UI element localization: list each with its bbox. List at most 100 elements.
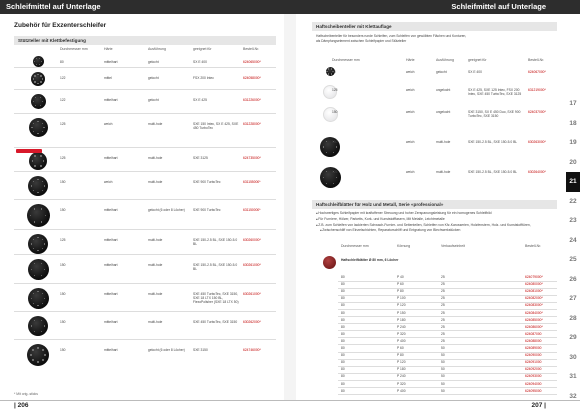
- hardness-cell: weich: [406, 110, 415, 114]
- chapter-tab-26[interactable]: 26: [566, 270, 580, 290]
- backing-pad-image: [28, 234, 48, 254]
- column-header: Durchmesser mm: [60, 47, 88, 51]
- grit-cell: P 120: [397, 303, 406, 308]
- diameter-cell: 122: [60, 98, 66, 102]
- column-header: geeignet für: [193, 47, 212, 51]
- order-number-cell: 631219000*: [528, 88, 546, 92]
- chapter-tab-24[interactable]: 24: [566, 231, 580, 251]
- hole: [327, 68, 330, 70]
- grit-cell: P 60: [397, 282, 404, 287]
- backing-pad-image: [28, 176, 48, 196]
- order-number-cell: 624082000*: [525, 296, 543, 301]
- backing-pad-image: [28, 316, 48, 336]
- hole: [33, 262, 36, 265]
- pack-unit-cell: 25: [441, 275, 445, 279]
- column-header: Durchmesser mm: [332, 58, 360, 62]
- grit-cell: P 40: [397, 275, 404, 279]
- row-divider: [14, 229, 276, 230]
- hole: [40, 330, 42, 333]
- grit-cell: P 180: [397, 367, 406, 372]
- hardness-cell: mittelhart: [104, 208, 118, 212]
- hole: [44, 354, 46, 356]
- chapter-tab-20[interactable]: 20: [566, 153, 580, 173]
- backing-pad-image: [27, 259, 49, 280]
- chapter-tab-25[interactable]: 25: [566, 250, 580, 270]
- chapter-tab-27[interactable]: 27: [566, 289, 580, 309]
- diameter-cell: 80: [341, 317, 345, 322]
- diameter-cell: 80: [341, 353, 345, 358]
- suitable-for-cell: SXE 3150: [193, 348, 208, 352]
- hole: [32, 293, 34, 295]
- order-number-cell: 624088000: [525, 338, 542, 343]
- grit-cell: P 120: [397, 360, 406, 365]
- row-divider: [338, 394, 557, 396]
- hardness-cell: weich: [104, 180, 113, 184]
- design-cell: multi-hole: [148, 263, 163, 267]
- hole: [30, 185, 33, 187]
- order-number-cell: 624058000*: [243, 76, 261, 80]
- order-number-cell: 630261000*: [243, 263, 261, 267]
- chapter-tab-29[interactable]: 29: [566, 328, 580, 348]
- diameter-cell: 80: [341, 310, 345, 315]
- hole: [40, 274, 43, 276]
- hole: [336, 176, 338, 179]
- hole: [37, 361, 39, 363]
- diameter-cell: 125: [60, 156, 66, 160]
- chapter-tab-19[interactable]: 19: [566, 133, 580, 153]
- grit-cell: P 240: [397, 374, 406, 379]
- hole: [33, 274, 36, 276]
- chapter-tab-17[interactable]: 17: [566, 94, 580, 114]
- design-cell: multi-hole: [148, 292, 163, 296]
- hole: [40, 319, 42, 322]
- hole: [37, 291, 39, 293]
- right-page-number: 207 |: [531, 402, 546, 409]
- catalog-spread: Schleifmittel auf Unterlage Schleifmitte…: [0, 0, 580, 410]
- header-left-title: Schleifmittel auf Unterlage: [6, 2, 101, 11]
- hole: [43, 185, 46, 187]
- design-cell: multi-hole: [148, 180, 163, 184]
- hole: [39, 104, 42, 107]
- diameter-cell: 150: [332, 110, 338, 114]
- order-number-cell: 624081000*: [525, 289, 543, 294]
- hole: [44, 297, 46, 300]
- column-header: Ausführung: [436, 58, 454, 62]
- hole: [41, 131, 43, 133]
- pack-unit-cell: 25: [441, 310, 445, 315]
- design-cell: gelocht: [148, 98, 159, 102]
- design-cell: multi-hole: [148, 156, 163, 160]
- hole: [40, 165, 42, 167]
- header-right-title: Schleifmittel auf Unterlage: [451, 2, 546, 11]
- order-number-cell: 624093000: [525, 374, 542, 379]
- diameter-cell: 80: [341, 303, 345, 308]
- hole: [35, 57, 37, 60]
- hole: [34, 319, 36, 322]
- chapter-tab-18[interactable]: 18: [566, 114, 580, 134]
- chapter-tab-22[interactable]: 22: [566, 192, 580, 212]
- backing-pad-image: [27, 344, 49, 366]
- diameter-cell: 150: [60, 208, 66, 212]
- hole: [332, 151, 334, 154]
- row-divider: [14, 171, 276, 172]
- backing-pad-image: [31, 72, 45, 86]
- hole: [37, 249, 39, 252]
- chapter-tab-31[interactable]: 31: [566, 367, 580, 387]
- chapter-tab-30[interactable]: 30: [566, 348, 580, 368]
- order-number-cell: 624094000: [525, 381, 542, 386]
- suitable-for-cell: SXE 150-2.5 BL, SXE 150-5.0 BL: [468, 140, 518, 144]
- grit-cell: P 100: [397, 296, 406, 301]
- top-bar: Schleifmittel auf Unterlage Schleifmitte…: [0, 0, 580, 14]
- hardness-cell: mittelhart: [104, 156, 118, 160]
- hole: [37, 178, 39, 181]
- hole: [44, 268, 46, 271]
- hole: [42, 302, 44, 304]
- chapter-tab-21[interactable]: 21: [566, 172, 580, 192]
- pack-unit-cell: 25: [441, 303, 445, 308]
- row-divider: [14, 89, 276, 90]
- hole: [41, 247, 44, 250]
- design-cell: gelocht: [436, 70, 447, 74]
- chapter-tab-23[interactable]: 23: [566, 211, 580, 231]
- grit-cell: P 240: [397, 324, 406, 329]
- chapter-tab-28[interactable]: 28: [566, 309, 580, 329]
- hole: [33, 122, 35, 124]
- suitable-for-cell: SXE 3150, SX E 450 Duo, SXE 900 TurboTec…: [468, 110, 521, 118]
